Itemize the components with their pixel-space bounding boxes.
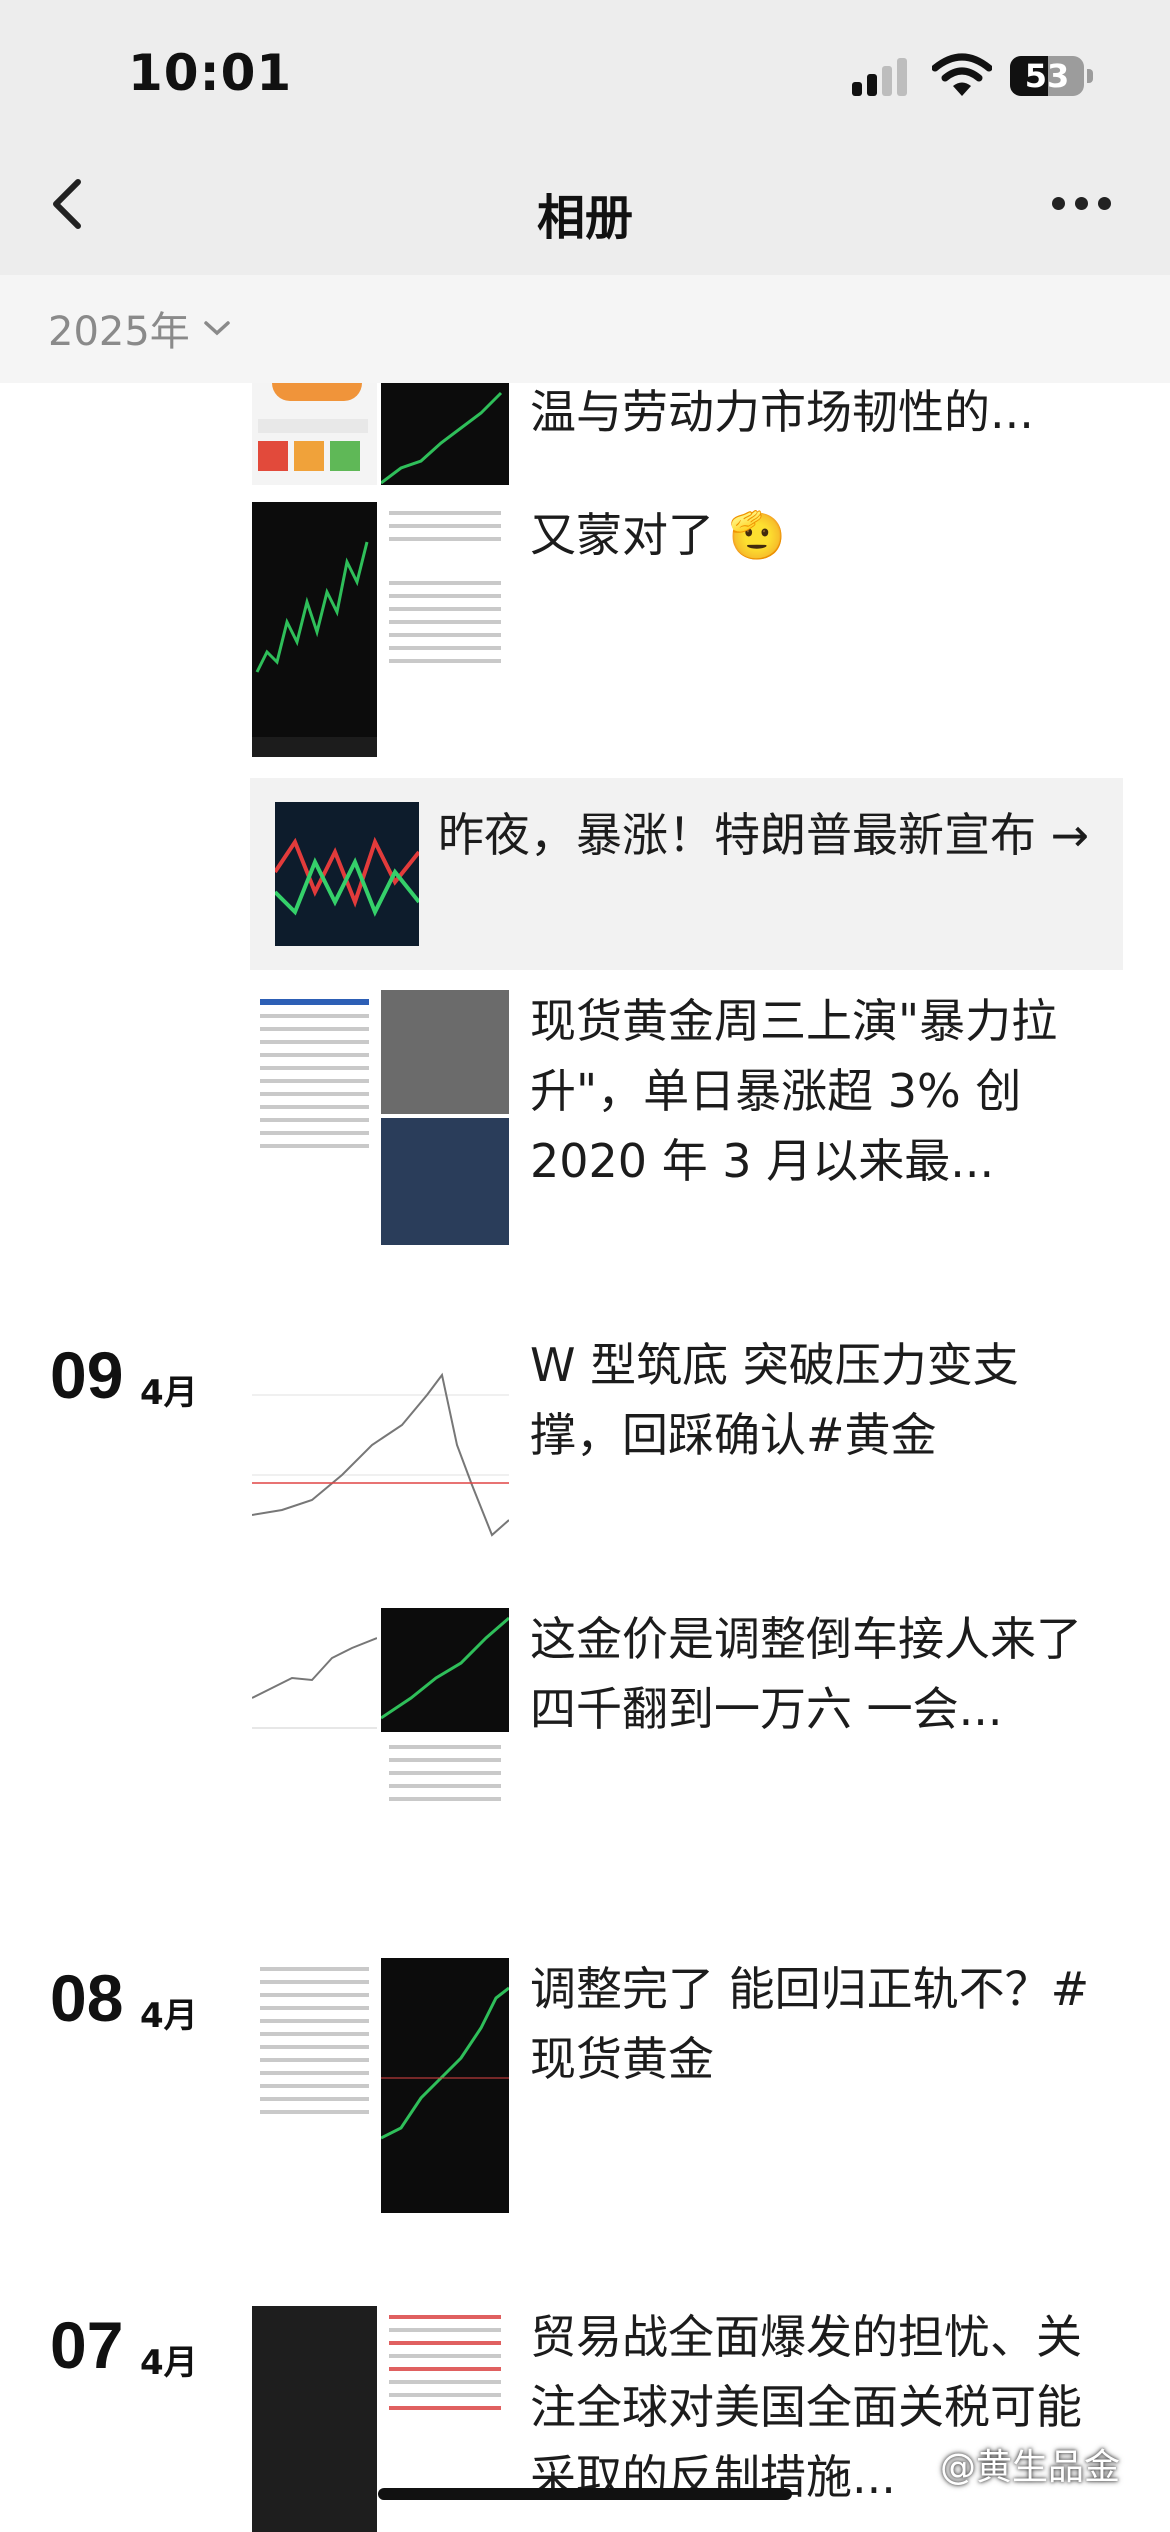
post-thumbnail[interactable] <box>381 383 509 485</box>
battery-icon: 53 <box>1010 56 1084 96</box>
post-thumbnail[interactable] <box>252 1335 509 1590</box>
post-thumbnail[interactable] <box>381 1118 509 1245</box>
status-time: 10:01 <box>128 44 293 102</box>
post-thumbnail[interactable] <box>252 990 377 1245</box>
top-bar: 10:01 53 相册 <box>0 0 1170 275</box>
post-thumbnail[interactable] <box>381 1736 509 1863</box>
post-text[interactable]: 这金价是调整倒车接人来了 四千翻到一万六 一会... <box>530 1604 1100 1744</box>
signal-icon <box>852 58 912 96</box>
post-text[interactable]: 现货黄金周三上演"暴力拉升"，单日暴涨超 3% 创 2020 年 3 月以来最.… <box>530 986 1100 1196</box>
back-chevron-icon[interactable] <box>40 170 100 240</box>
chart-thumbnail-image <box>275 836 419 917</box>
post-thumbnail[interactable] <box>252 383 377 485</box>
chevron-down-icon <box>204 321 230 336</box>
link-thumbnail <box>275 802 419 946</box>
chart-thumbnail-image <box>381 391 503 485</box>
date-month: 4月 <box>140 2343 198 2383</box>
battery-level: 53 <box>1024 57 1070 95</box>
watermark: @黄生品金 <box>940 2447 1121 2488</box>
more-dots-icon[interactable] <box>1052 193 1112 215</box>
chart-thumbnail-image <box>381 1986 509 2140</box>
date-day: 07 <box>50 2308 124 2382</box>
post-thumbnail[interactable] <box>252 502 377 757</box>
date-day: 08 <box>50 1961 124 2035</box>
date-month: 4月 <box>140 1373 198 1413</box>
year-filter-label: 2025年 <box>48 309 190 355</box>
post-thumbnail[interactable] <box>252 1608 377 1863</box>
home-indicator[interactable] <box>378 2488 792 2500</box>
page-title: 相册 <box>536 190 633 246</box>
post-thumbnail[interactable] <box>381 502 509 757</box>
year-filter-button[interactable]: 2025年 <box>48 300 232 356</box>
date-month: 4月 <box>140 1996 198 2036</box>
shared-link-card[interactable]: 昨夜，暴涨！特朗普最新宣布 → <box>250 778 1123 970</box>
post-text[interactable]: W 型筑底 突破压力变支撑，回踩确认#黄金 <box>530 1330 1100 1470</box>
chart-thumbnail-image <box>381 1616 509 1720</box>
chart-thumbnail-image <box>252 541 377 757</box>
date-day: 09 <box>50 1338 124 1412</box>
link-title: 昨夜，暴涨！特朗普最新宣布 → <box>438 808 1090 862</box>
chart-thumbnail-image <box>252 1637 377 1729</box>
chart-thumbnail-image <box>252 1372 509 1537</box>
post-thumbnail[interactable] <box>381 990 509 1114</box>
wifi-icon <box>932 53 992 96</box>
battery-tip <box>1087 69 1093 83</box>
post-thumbnail[interactable] <box>252 1958 377 2213</box>
post-text[interactable]: 温与劳动力市场韧性的... <box>530 377 1100 447</box>
post-text[interactable]: 调整完了 能回归正轨不？#现货黄金 <box>530 1954 1100 2094</box>
post-thumbnail[interactable] <box>252 2306 377 2532</box>
post-text[interactable]: 又蒙对了 🫡 <box>530 500 1100 570</box>
post-thumbnail[interactable] <box>381 1958 509 2213</box>
post-thumbnail[interactable] <box>381 1608 509 1732</box>
